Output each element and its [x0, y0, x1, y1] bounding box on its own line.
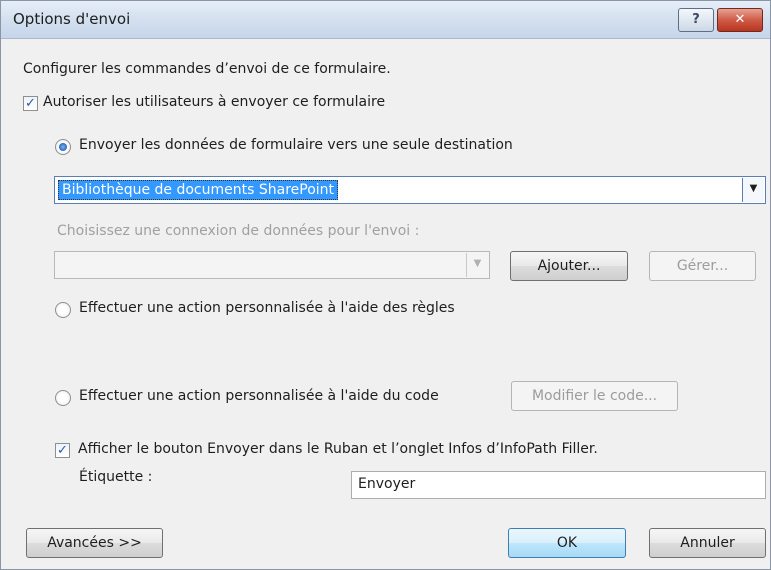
dropdown-arrow-icon[interactable]: ▼ — [466, 253, 488, 277]
dropdown-arrow-icon[interactable]: ▼ — [742, 178, 764, 202]
edit-code-label: Modifier le code... — [531, 388, 658, 404]
ok-label: OK — [556, 535, 578, 551]
submit-options-dialog: Options d'envoi ? ✕ Configurer les comma… — [0, 0, 771, 570]
manage-connection-label: Gérer... — [676, 258, 729, 274]
destination-dropdown-value: Bibliothèque de documents SharePoint — [58, 180, 339, 200]
cancel-button[interactable]: Annuler — [649, 528, 766, 558]
edit-code-button[interactable]: Modifier le code... — [511, 381, 678, 411]
data-connection-dropdown[interactable]: ▼ — [54, 251, 490, 279]
manage-connection-button[interactable]: Gérer... — [649, 251, 756, 281]
close-button[interactable]: ✕ — [717, 8, 763, 32]
rules-option-label: Effectuer une action personnalisée à l'a… — [79, 300, 455, 316]
show-submit-button-label: Afficher le bouton Envoyer dans le Ruban… — [78, 441, 598, 457]
show-submit-button-checkbox[interactable]: ✓ — [55, 443, 70, 458]
help-button[interactable]: ? — [678, 8, 714, 32]
intro-text: Configurer les commandes d’envoi de ce f… — [23, 61, 391, 77]
allow-submit-checkbox[interactable]: ✓ — [23, 96, 38, 111]
title-bar[interactable]: Options d'envoi ? ✕ — [1, 1, 770, 39]
window-title: Options d'envoi — [13, 10, 131, 28]
cancel-label: Annuler — [680, 535, 735, 551]
check-icon: ✓ — [25, 96, 36, 111]
code-option-radio[interactable] — [55, 390, 71, 406]
single-destination-radio[interactable] — [55, 139, 71, 155]
add-connection-label: Ajouter... — [537, 258, 601, 274]
help-icon: ? — [692, 12, 700, 27]
caption-input[interactable]: Envoyer — [351, 471, 766, 499]
add-connection-button[interactable]: Ajouter... — [510, 251, 628, 281]
caption-input-value: Envoyer — [358, 476, 416, 492]
ok-button[interactable]: OK — [508, 528, 626, 558]
destination-dropdown[interactable]: Bibliothèque de documents SharePoint ▼ — [54, 176, 766, 204]
advanced-label: Avancées >> — [47, 535, 142, 551]
advanced-button[interactable]: Avancées >> — [26, 528, 163, 558]
close-icon: ✕ — [734, 12, 746, 27]
check-icon: ✓ — [57, 443, 68, 458]
code-option-label: Effectuer une action personnalisée à l'a… — [79, 388, 439, 404]
allow-submit-label: Autoriser les utilisateurs à envoyer ce … — [43, 94, 386, 110]
rules-option-radio[interactable] — [55, 302, 71, 318]
single-destination-label: Envoyer les données de formulaire vers u… — [79, 137, 513, 153]
data-connection-label: Choisissez une connexion de données pour… — [57, 223, 420, 239]
caption-label: Étiquette : — [79, 469, 153, 485]
